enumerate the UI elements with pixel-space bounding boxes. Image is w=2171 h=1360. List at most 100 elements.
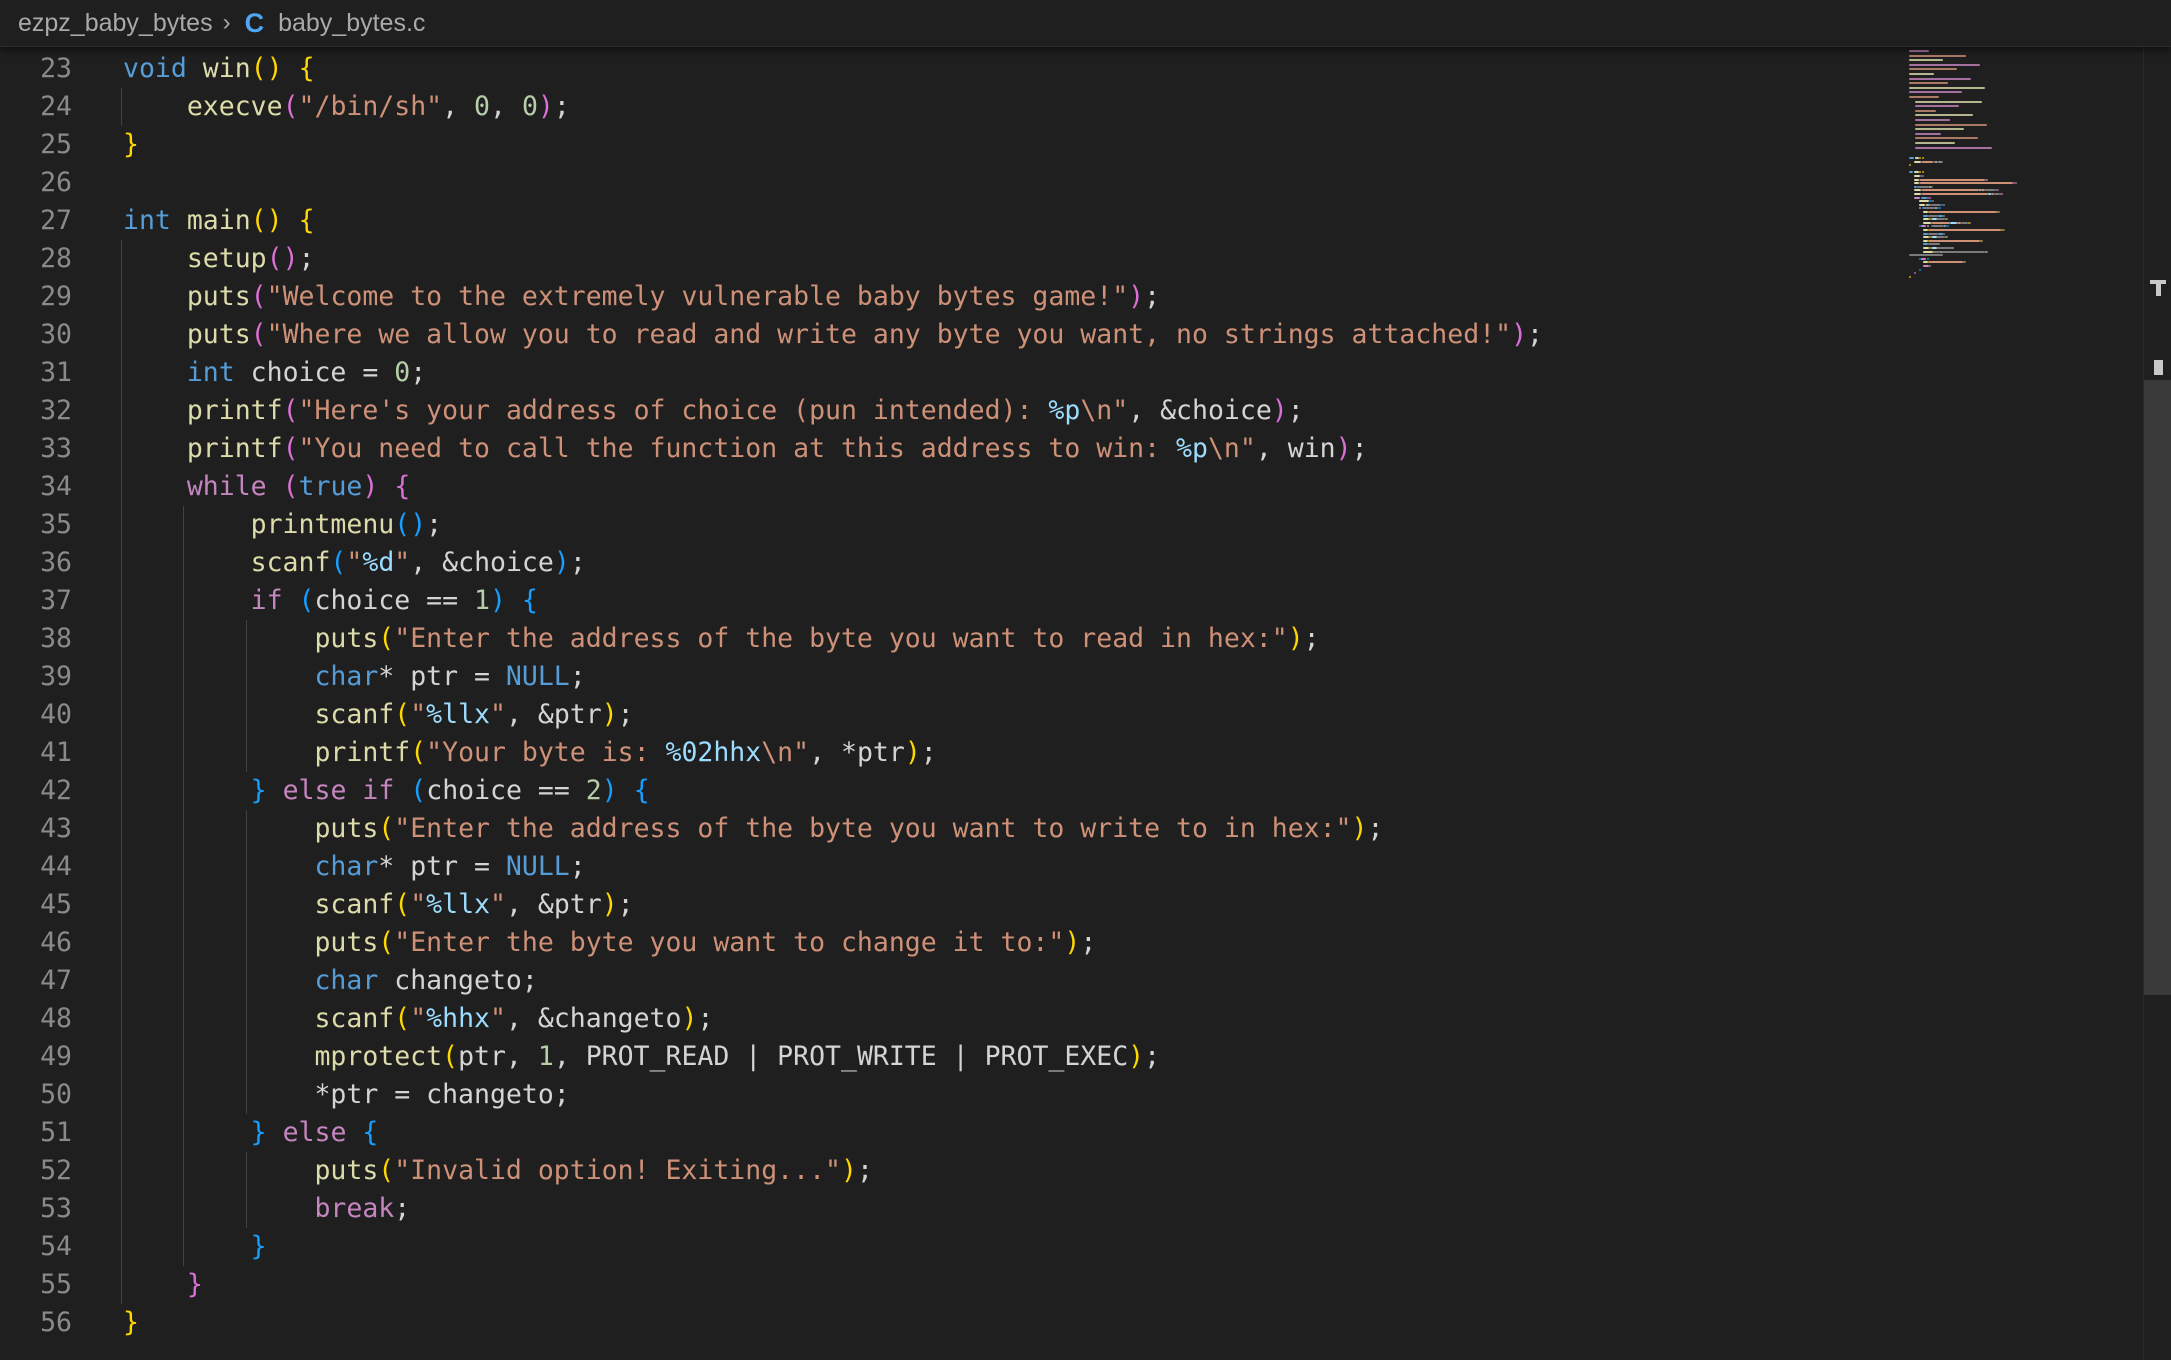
code-token: else bbox=[282, 1117, 347, 1148]
code-line[interactable]: 39 char* ptr = NULL; bbox=[0, 658, 1900, 696]
code-token: printf bbox=[186, 433, 283, 464]
code-token: ) bbox=[601, 775, 618, 806]
breadcrumb-folder[interactable]: ezpz_baby_bytes bbox=[18, 9, 213, 38]
minimap-token bbox=[1909, 50, 1929, 52]
minimap-token bbox=[1927, 257, 1929, 260]
code-token: ; bbox=[1351, 433, 1368, 464]
code-token: ) bbox=[1128, 1041, 1145, 1072]
code-token: ) bbox=[904, 737, 921, 768]
line-number: 23 bbox=[40, 53, 72, 84]
minimap-token bbox=[1922, 175, 1925, 177]
code-token: ; bbox=[1287, 395, 1304, 426]
code-token: ) bbox=[601, 889, 618, 920]
code-line[interactable]: 35 printmenu(); bbox=[0, 506, 1900, 544]
minimap-token bbox=[1923, 207, 1936, 210]
code-token: ; bbox=[569, 851, 586, 882]
code-line[interactable]: 50 *ptr = changeto; bbox=[0, 1076, 1900, 1114]
code-line[interactable]: 40 scanf("%llx", &ptr); bbox=[0, 696, 1900, 734]
line-number: 56 bbox=[40, 1307, 72, 1338]
code-line[interactable]: 25} bbox=[0, 126, 1900, 164]
code-token: { bbox=[298, 53, 315, 84]
code-line[interactable]: 38 puts("Enter the address of the byte y… bbox=[0, 620, 1900, 658]
code-line[interactable]: 32 printf("Here's your address of choice… bbox=[0, 392, 1900, 430]
code-line[interactable]: 47 char changeto; bbox=[0, 962, 1900, 1000]
minimap-token bbox=[1942, 203, 1945, 206]
code-line[interactable]: 41 printf("Your byte is: %02hhx\n", *ptr… bbox=[0, 734, 1900, 772]
code-line[interactable]: 27 int main() { bbox=[0, 202, 1900, 240]
minimap-token bbox=[1929, 196, 1932, 199]
code-token: ) bbox=[537, 91, 554, 122]
code-token: ( bbox=[378, 623, 395, 654]
code-token: puts bbox=[314, 1155, 379, 1186]
code-token: 1 bbox=[474, 585, 491, 616]
minimap-token bbox=[1929, 211, 1997, 213]
code-token: } bbox=[123, 129, 139, 160]
code-token: while bbox=[186, 471, 267, 502]
minimap-token bbox=[1997, 211, 2000, 213]
line-number: 35 bbox=[40, 509, 72, 540]
code-token: ; bbox=[1144, 281, 1161, 312]
code-token: "Enter the address of the byte you want … bbox=[394, 813, 1352, 844]
code-line[interactable]: 56} bbox=[0, 1304, 1900, 1342]
minimap-token bbox=[1909, 275, 1911, 278]
line-number: 25 bbox=[40, 129, 72, 160]
minimap[interactable] bbox=[1905, 47, 2135, 287]
code-line[interactable]: 53 break; bbox=[0, 1190, 1900, 1228]
code-token: " bbox=[346, 547, 363, 578]
code-line[interactable]: 30 puts("Where we allow you to read and … bbox=[0, 316, 1900, 354]
code-text: execve("/bin/sh", 0, 0); bbox=[123, 88, 570, 126]
code-line[interactable]: 49 mprotect(ptr, 1, PROT_READ | PROT_WRI… bbox=[0, 1038, 1900, 1076]
code-token: "/bin/sh" bbox=[298, 91, 443, 122]
code-line[interactable]: 24 execve("/bin/sh", 0, 0); bbox=[0, 88, 1900, 126]
code-line[interactable]: 43 puts("Enter the address of the byte y… bbox=[0, 810, 1900, 848]
breadcrumb-file[interactable]: baby_bytes.c bbox=[278, 9, 425, 38]
code-token: %p bbox=[1048, 395, 1081, 426]
code-line[interactable]: 23 void win() { bbox=[0, 50, 1900, 88]
code-line[interactable]: 26 bbox=[0, 164, 1900, 202]
code-line[interactable]: 36 scanf("%d", &choice); bbox=[0, 544, 1900, 582]
code-line[interactable]: 46 puts("Enter the byte you want to chan… bbox=[0, 924, 1900, 962]
line-number: 37 bbox=[40, 585, 72, 616]
code-line[interactable]: 44 char* ptr = NULL; bbox=[0, 848, 1900, 886]
code-text: mprotect(ptr, 1, PROT_READ | PROT_WRITE … bbox=[123, 1038, 1160, 1076]
minimap-token bbox=[1928, 243, 1941, 246]
code-token: } bbox=[123, 1307, 139, 1338]
code-line[interactable]: 45 scanf("%llx", &ptr); bbox=[0, 886, 1900, 924]
minimap-token bbox=[1918, 171, 1921, 174]
line-number: 29 bbox=[40, 281, 72, 312]
code-line[interactable]: 31 int choice = 0; bbox=[0, 354, 1900, 392]
code-line[interactable]: 54 } bbox=[0, 1228, 1900, 1266]
scrollbar-thumb[interactable] bbox=[2144, 380, 2171, 995]
code-editor[interactable]: 23 void win() {24 execve("/bin/sh", 0, 0)… bbox=[0, 47, 1900, 1360]
code-line[interactable]: 34 while (true) { bbox=[0, 468, 1900, 506]
minimap-token bbox=[1915, 123, 1987, 126]
code-line[interactable]: 51 } else { bbox=[0, 1114, 1900, 1152]
minimap-token bbox=[1915, 142, 1955, 144]
code-token: ) bbox=[362, 471, 379, 502]
code-token: ( bbox=[282, 91, 299, 122]
code-token: ( bbox=[250, 281, 267, 312]
minimap-token bbox=[1915, 105, 1959, 108]
code-token: puts bbox=[314, 623, 379, 654]
code-line[interactable]: 48 scanf("%hhx", &changeto); bbox=[0, 1000, 1900, 1038]
code-line[interactable]: 55 } bbox=[0, 1266, 1900, 1304]
code-token: "Enter the byte you want to change it to… bbox=[394, 927, 1065, 958]
code-line[interactable]: 29 puts("Welcome to the extremely vulner… bbox=[0, 278, 1900, 316]
code-line[interactable]: 42 } else if (choice == 2) { bbox=[0, 772, 1900, 810]
minimap-token bbox=[1915, 109, 1936, 112]
code-line[interactable]: 28 setup(); bbox=[0, 240, 1900, 278]
code-line[interactable]: 33 printf("You need to call the function… bbox=[0, 430, 1900, 468]
code-token: ( bbox=[330, 547, 347, 578]
code-line[interactable]: 52 puts("Invalid option! Exiting..."); bbox=[0, 1152, 1900, 1190]
code-line[interactable]: 37 if (choice == 1) { bbox=[0, 582, 1900, 620]
